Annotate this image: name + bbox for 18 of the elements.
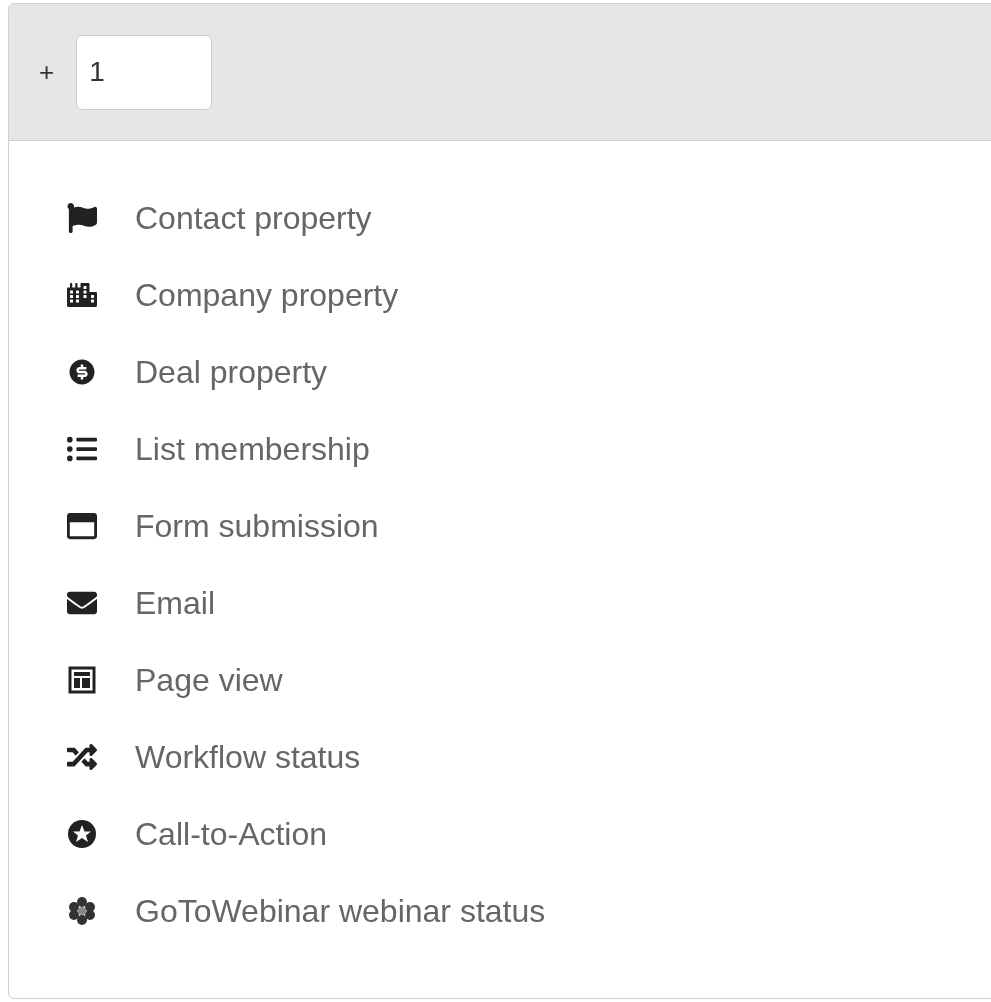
option-item[interactable]: Company property: [67, 276, 399, 313]
window-icon: [67, 510, 97, 541]
flag-icon: [67, 202, 97, 233]
option-item[interactable]: Call-to-Action: [67, 815, 328, 852]
option-item[interactable]: Contact property: [67, 199, 372, 236]
star-circle-icon: [67, 818, 97, 849]
shuffle-icon: [67, 741, 97, 772]
option-item[interactable]: Workflow status: [67, 738, 361, 775]
option-item[interactable]: Deal property: [67, 353, 328, 390]
option-item[interactable]: GoToWebinar webinar status: [67, 892, 546, 929]
option-item[interactable]: List membership: [67, 430, 370, 467]
option-item[interactable]: Form submission: [67, 507, 379, 544]
page-layout-icon: [67, 664, 97, 695]
plus-label: +: [39, 55, 55, 89]
flower-icon: [67, 895, 97, 926]
option-item[interactable]: Page view: [67, 661, 283, 698]
option-item[interactable]: Email: [67, 584, 215, 621]
number-input-field[interactable]: 1: [76, 34, 213, 110]
